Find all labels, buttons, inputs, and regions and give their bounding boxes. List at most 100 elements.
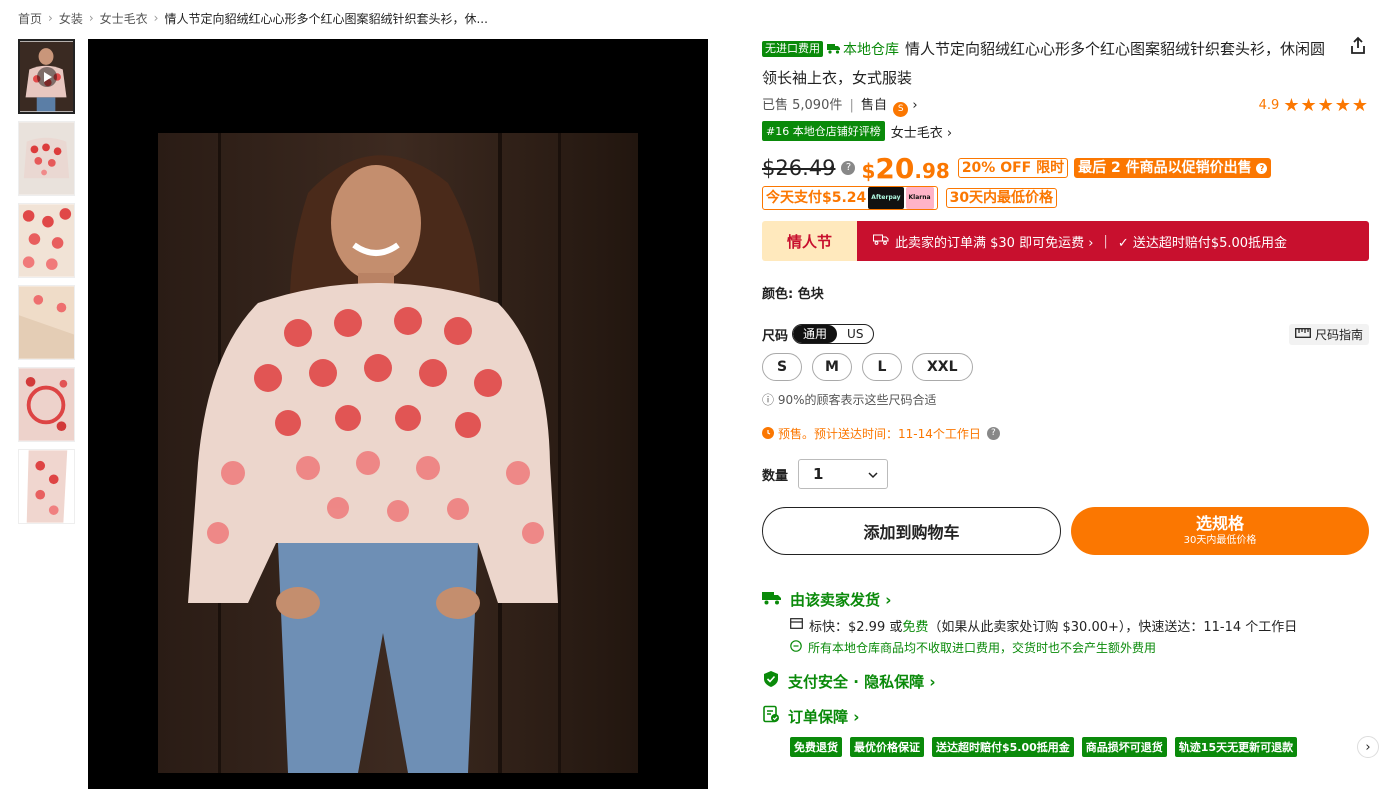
quantity-row: 数量 1 <box>762 459 1369 489</box>
size-system-us[interactable]: US <box>837 325 873 343</box>
truck-icon <box>827 36 841 64</box>
guarantee-badge: 最优价格保证 <box>850 737 924 757</box>
thumbnail-4[interactable] <box>18 285 75 360</box>
quantity-value: 1 <box>813 465 824 483</box>
size-header: 尺码 通用 US 尺码指南 <box>762 323 1369 345</box>
question-icon[interactable]: ? <box>1256 163 1268 174</box>
payment-security-text: 支付安全 · 隐私保障 › <box>788 672 936 691</box>
product-photo <box>158 133 638 773</box>
shield-icon <box>762 670 780 692</box>
price-currency: $ <box>861 158 876 183</box>
chevron-right-icon: › <box>88 11 94 25</box>
question-icon[interactable]: ? <box>986 426 1000 440</box>
shipping-detail-suffix: （如果从此卖家处订购 $30.00+），快速送达：11-14 个工作日 <box>928 619 1298 635</box>
select-options-label: 选规格 <box>1195 514 1244 533</box>
free-shipping-icon <box>873 233 889 249</box>
size-fit-note: ⓘ 90%的顾客表示这些尺码合适 <box>762 393 937 407</box>
select-options-button[interactable]: 选规格 30天内最低价格 <box>1071 507 1369 555</box>
guarantee-badge: 送达超时赔付$5.00抵用金 <box>932 737 1074 757</box>
free-fee-icon <box>790 639 802 655</box>
thumbnail-5[interactable] <box>18 367 75 442</box>
chevron-right-icon: › <box>48 11 53 25</box>
thumbnail-2[interactable] <box>18 121 75 196</box>
presale-text: 预售。预计送达时间：11-14个工作日 <box>778 426 981 441</box>
divider: | <box>849 97 854 113</box>
truck-icon <box>762 590 782 609</box>
seller-link[interactable]: 售自 S › <box>861 97 918 117</box>
ruler-icon <box>1295 327 1311 341</box>
select-options-sublabel: 30天内最低价格 <box>1183 535 1257 546</box>
color-label: 颜色: 色块 <box>762 287 824 302</box>
add-to-cart-button[interactable]: 添加到购物车 <box>762 507 1061 555</box>
guarantee-badge: 免费退货 <box>790 737 842 757</box>
breadcrumb-womens[interactable]: 女装 <box>59 10 83 27</box>
price-decimal: .98 <box>914 158 950 183</box>
last-items-text: 最后 2 件商品以促销价出售 <box>1078 160 1252 176</box>
shipping-free-text: 免费 <box>902 619 929 635</box>
question-icon[interactable]: ? <box>841 161 856 175</box>
divider: | <box>1103 233 1108 249</box>
breadcrumb-home[interactable]: 首页 <box>18 10 42 27</box>
pay-today-badge[interactable]: 今天支付$5.24 Afterpay Klarna <box>762 186 938 210</box>
chevron-right-icon: › <box>912 97 918 113</box>
import-fee-note: 所有本地仓库商品均不收取进口费用，交货时也不会产生额外费用 <box>762 638 1369 656</box>
payment-security-header[interactable]: 支付安全 · 隐私保障 › <box>762 671 1369 691</box>
late-compensation-text: ✓ 送达超时赔付$5.00抵用金 <box>1117 235 1288 251</box>
pay-today-text: 今天支付$5.24 <box>766 190 867 206</box>
original-price: $26.49 <box>762 156 836 180</box>
share-icon[interactable] <box>1347 35 1369 57</box>
banner-content: 此卖家的订单满 $30 即可免运费 › | ✓ 送达超时赔付$5.00抵用金 <box>857 221 1369 261</box>
local-warehouse-label: 本地仓库 <box>827 42 899 58</box>
size-system-toggle[interactable]: 通用 US <box>792 324 875 344</box>
sale-price: $20.98 <box>861 152 949 185</box>
sold-row: 已售 5,090件 | 售自 S › 4.9 ★★★★★ <box>762 95 1369 117</box>
sold-count: 已售 5,090件 <box>762 97 843 113</box>
local-warehouse-text: 本地仓库 <box>843 42 899 58</box>
lowest-price-badge: 30天内最低价格 <box>945 188 1058 208</box>
size-system-universal[interactable]: 通用 <box>793 325 838 343</box>
breadcrumb-sweaters[interactable]: 女士毛衣 <box>100 10 148 27</box>
price-row: $26.49 ? $20.98 20% OFF 限时 最后 2 件商品以促销价出… <box>762 152 1369 185</box>
shipping-detail: 标快：$2.99 或 免费 （如果从此卖家处订购 $30.00+），快速送达：11… <box>762 616 1369 635</box>
last-items-badge: 最后 2 件商品以促销价出售 ? <box>1074 158 1272 178</box>
discount-badge: 20% OFF 限时 <box>957 158 1069 178</box>
product-info-panel: 无进口费用 本地仓库 情人节定向貂绒红心心形多个红心图案貂绒针织套头衫，休闲圆领长… <box>762 35 1379 758</box>
order-guarantee-header[interactable]: 订单保障 › <box>762 705 1369 727</box>
rating[interactable]: 4.9 ★★★★★ <box>1259 95 1369 116</box>
shipping-box-icon <box>790 617 803 633</box>
main-product-image[interactable] <box>88 39 708 789</box>
valentine-promo-banner[interactable]: 情人节 此卖家的订单满 $30 即可免运费 › | ✓ 送达超时赔付$5.00抵… <box>762 221 1369 261</box>
size-option-l[interactable]: L <box>862 353 902 381</box>
size-option-m[interactable]: M <box>812 353 852 381</box>
seller-label: 售自 <box>861 97 888 113</box>
thumbnail-6[interactable] <box>18 449 75 524</box>
product-title: 无进口费用 本地仓库 情人节定向貂绒红心心形多个红心图案貂绒针织套头衫，休闲圆领长… <box>762 35 1332 92</box>
guarantee-badges: 免费退货 最优价格保证 送达超时赔付$5.00抵用金 商品损坏可退货 轨迹15天… <box>762 736 1379 758</box>
price-integer: 20 <box>875 151 915 185</box>
guarantee-badge: 轨迹15天无更新可退款 <box>1174 737 1298 757</box>
chevron-right-icon: › <box>153 11 159 25</box>
size-guide-button[interactable]: 尺码指南 <box>1288 323 1369 345</box>
size-label: 尺码 <box>762 328 789 344</box>
thumbnail-video[interactable] <box>18 39 75 114</box>
order-check-icon <box>762 705 780 727</box>
size-option-s[interactable]: S <box>762 353 802 381</box>
shipping-header[interactable]: 由该卖家发货 › <box>762 589 1369 609</box>
quantity-select[interactable]: 1 <box>798 459 889 489</box>
thumbnail-list <box>18 39 75 531</box>
size-guide-label: 尺码指南 <box>1314 327 1363 342</box>
order-guarantee-text: 订单保障 › <box>788 707 860 726</box>
rank-row[interactable]: #16 本地仓店铺好评榜 女士毛衣 › <box>762 121 1369 141</box>
klarna-logo: Klarna <box>905 187 934 209</box>
chevron-right-icon[interactable]: › <box>1357 736 1379 758</box>
size-option-xxl[interactable]: XXL <box>912 353 973 381</box>
thumbnail-3[interactable] <box>18 203 75 278</box>
afterpay-logo: Afterpay <box>868 187 904 209</box>
shipping-detail-prefix: 标快：$2.99 或 <box>809 619 903 635</box>
free-shipping-text[interactable]: 此卖家的订单满 $30 即可免运费 › <box>895 232 1093 251</box>
rank-badge: #16 本地仓店铺好评榜 <box>762 121 885 141</box>
chevron-down-icon <box>867 465 879 483</box>
rank-category: 女士毛衣 › <box>890 125 953 141</box>
import-free-badge: 无进口费用 <box>762 41 823 57</box>
banner-label: 情人节 <box>762 221 857 261</box>
